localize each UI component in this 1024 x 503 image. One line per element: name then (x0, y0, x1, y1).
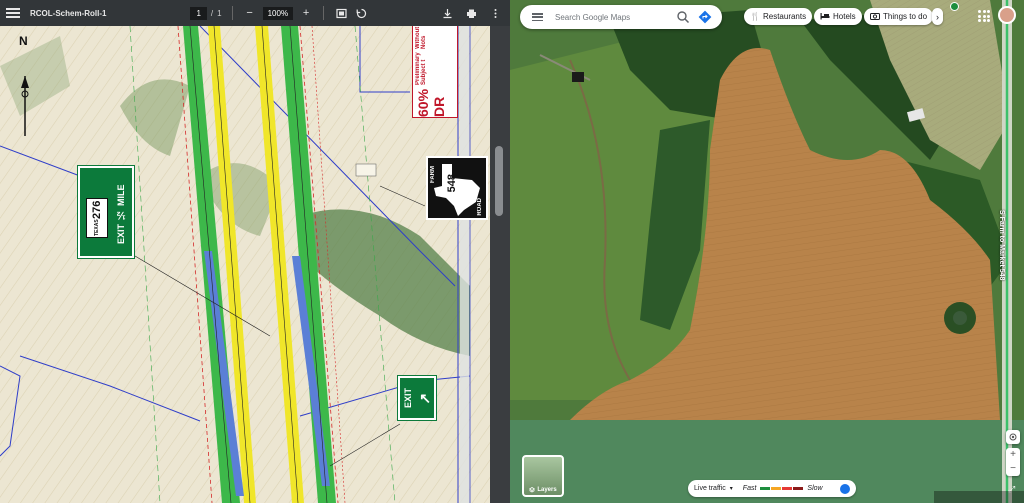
traffic-gradient (760, 487, 804, 490)
location-pin-icon (950, 2, 959, 11)
exit-half-mile-text: EXIT ½ MILE (110, 174, 132, 254)
north-label: N (19, 34, 28, 48)
zoom-out-button[interactable]: − (243, 6, 257, 20)
layers-button[interactable]: Layers (522, 455, 564, 497)
screen: RCOL-Schem-Roll-1 1 / 1 − 100% + N TEXAS… (0, 0, 1024, 503)
maps-menu-icon[interactable] (532, 13, 543, 21)
stamp-line-2: Preliminary Subject t (415, 52, 427, 86)
page-total: 1 (217, 8, 222, 18)
exit-half-mile-sign: TEXAS 276 EXIT ½ MILE (77, 165, 135, 259)
sign-fraction: ½ (115, 208, 127, 221)
camera-icon (870, 12, 880, 22)
slow-label: Slow (807, 485, 823, 492)
directions-icon[interactable] (698, 10, 712, 24)
fork-knife-icon: 🍴 (750, 12, 760, 21)
toolbar-divider (231, 6, 233, 20)
pdf-scrollbar-thumb[interactable] (495, 146, 503, 216)
exit-arrow-icon: ↖ (419, 389, 431, 406)
layers-label: Layers (524, 487, 562, 493)
zoom-level-input[interactable]: 100% (262, 6, 294, 20)
pdf-right-tools (440, 6, 502, 20)
chip-hotels[interactable]: Hotels (814, 8, 862, 25)
chip-more[interactable]: › (932, 8, 943, 25)
map-attribution-bar (934, 491, 1024, 503)
map-zoom-in-button[interactable]: + (1010, 448, 1016, 462)
more-icon[interactable] (488, 6, 502, 20)
chevron-right-icon: › (936, 11, 939, 22)
sign-exit-word: EXIT (116, 223, 126, 244)
download-icon[interactable] (440, 6, 454, 20)
fit-page-icon[interactable] (334, 6, 348, 20)
maps-search-input[interactable] (555, 12, 676, 22)
pdf-document-title: RCOL-Schem-Roll-1 (30, 8, 107, 18)
chip-label: Things to do (883, 12, 928, 21)
farm-word: FARM (430, 166, 436, 183)
traffic-toggle[interactable] (840, 483, 850, 494)
live-traffic-label[interactable]: Live traffic (694, 485, 726, 492)
page-number-input[interactable]: 1 (190, 6, 207, 20)
road-word: ROAD (477, 198, 483, 216)
exit-arrow-sign: EXIT ↖ (397, 375, 437, 421)
search-icon[interactable] (676, 10, 690, 24)
preliminary-stamp: 60% DR Preliminary Subject t Without Not… (412, 26, 458, 118)
layers-icon (529, 487, 536, 493)
zoom-controls: + − (1006, 448, 1020, 476)
zoom-in-button[interactable]: + (299, 6, 313, 20)
fast-label: Fast (742, 485, 757, 492)
map-zoom-out-button[interactable]: − (1010, 462, 1016, 476)
chip-things-to-do[interactable]: Things to do (864, 8, 934, 25)
stamp-line-3: Without Nots (415, 27, 427, 50)
stamp-percent: 60% DR (415, 88, 447, 117)
crosshair-icon (1009, 433, 1017, 441)
menu-icon[interactable] (6, 8, 20, 18)
texas-shield: TEXAS 276 (86, 198, 108, 238)
toolbar-divider (323, 6, 325, 20)
chip-restaurants[interactable]: 🍴 Restaurants (744, 8, 813, 25)
print-icon[interactable] (464, 6, 478, 20)
rotate-icon[interactable] (354, 6, 368, 20)
satellite-imagery (510, 0, 1024, 503)
page-separator: / (210, 8, 214, 18)
route-number-548: 548 (446, 174, 458, 193)
road-label-fm548: S Farm to Market 548 (998, 210, 1005, 281)
layers-text: Layers (537, 487, 557, 493)
chip-label: Hotels (833, 12, 856, 21)
live-traffic-bar[interactable]: Live traffic ▾ Fast Slow (688, 480, 856, 497)
maps-search-box[interactable] (520, 5, 722, 29)
farm-road-548-sign: FARM 548 ROAD (426, 156, 488, 220)
shield-number: 276 (91, 200, 103, 219)
sign-mile-word: MILE (116, 184, 126, 206)
avatar[interactable] (998, 6, 1016, 24)
exit-word: EXIT (403, 387, 414, 408)
chevron-down-icon[interactable]: ▾ (730, 485, 733, 492)
bed-icon (820, 12, 830, 22)
my-location-button[interactable] (1006, 430, 1020, 444)
apps-grid-icon[interactable] (978, 10, 990, 22)
pdf-viewer-pane: RCOL-Schem-Roll-1 1 / 1 − 100% + N TEXAS… (0, 0, 510, 503)
google-maps-pane[interactable]: 🍴 Restaurants Hotels Things to do › S (510, 0, 1024, 503)
chip-label: Restaurants (762, 12, 807, 21)
pdf-page-canvas[interactable]: N TEXAS 276 EXIT ½ MILE FARM 548 ROAD EX… (0, 26, 490, 503)
shield-state: TEXAS (94, 218, 100, 236)
pdf-scrollbar[interactable] (490, 26, 510, 503)
pdf-toolbar: RCOL-Schem-Roll-1 1 / 1 − 100% + (0, 0, 510, 26)
